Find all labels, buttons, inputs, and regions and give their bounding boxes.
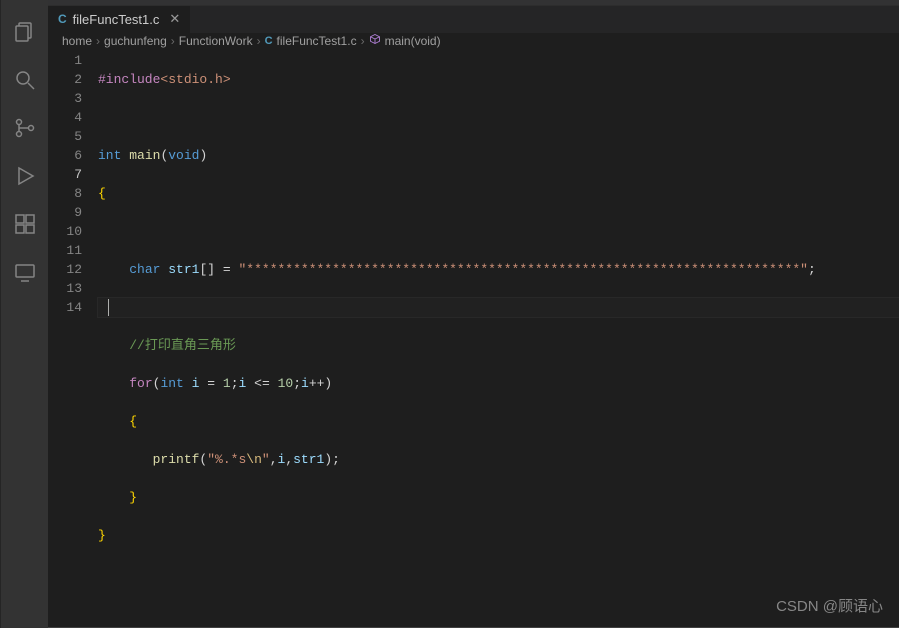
source-control-icon[interactable] bbox=[1, 104, 49, 152]
crumb-symbol-label: main(void) bbox=[385, 34, 441, 48]
crumb-home[interactable]: home bbox=[62, 34, 92, 48]
text-cursor bbox=[108, 299, 109, 316]
code-content[interactable]: #include<stdio.h> int main(void) { char … bbox=[98, 51, 899, 621]
crumb-file[interactable]: C fileFuncTest1.c bbox=[265, 34, 357, 48]
c-file-icon: C bbox=[58, 12, 67, 26]
activity-bar bbox=[0, 0, 48, 628]
search-icon[interactable] bbox=[1, 56, 49, 104]
tab-file[interactable]: C fileFuncTest1.c ✕ bbox=[48, 6, 190, 32]
remote-icon[interactable] bbox=[1, 248, 49, 296]
crumb-symbol[interactable]: main(void) bbox=[369, 33, 441, 48]
files-icon[interactable] bbox=[1, 8, 49, 56]
c-file-icon: C bbox=[265, 35, 273, 47]
code-editor[interactable]: 123456 7891011121314 #include<stdio.h> i… bbox=[48, 49, 899, 621]
close-icon[interactable]: ✕ bbox=[169, 11, 180, 27]
symbol-method-icon bbox=[369, 33, 381, 48]
crumb-user[interactable]: guchunfeng bbox=[104, 34, 167, 48]
chevron-right-icon: › bbox=[361, 34, 365, 48]
breadcrumb: home › guchunfeng › FunctionWork › C fil… bbox=[48, 33, 899, 50]
main-area: C fileFuncTest1.c ✕ home › guchunfeng › … bbox=[48, 0, 899, 628]
crumb-folder[interactable]: FunctionWork bbox=[179, 34, 253, 48]
run-debug-icon[interactable] bbox=[1, 152, 49, 200]
line-gutter: 123456 7891011121314 bbox=[48, 51, 98, 621]
crumb-file-label: fileFuncTest1.c bbox=[277, 34, 357, 48]
tab-bar: C fileFuncTest1.c ✕ bbox=[48, 6, 899, 32]
tab-label: fileFuncTest1.c bbox=[73, 12, 160, 27]
watermark: CSDN @顾语心 bbox=[776, 595, 883, 616]
chevron-right-icon: › bbox=[171, 34, 175, 48]
extensions-icon[interactable] bbox=[1, 200, 49, 248]
chevron-right-icon: › bbox=[257, 34, 261, 48]
chevron-right-icon: › bbox=[96, 34, 100, 48]
